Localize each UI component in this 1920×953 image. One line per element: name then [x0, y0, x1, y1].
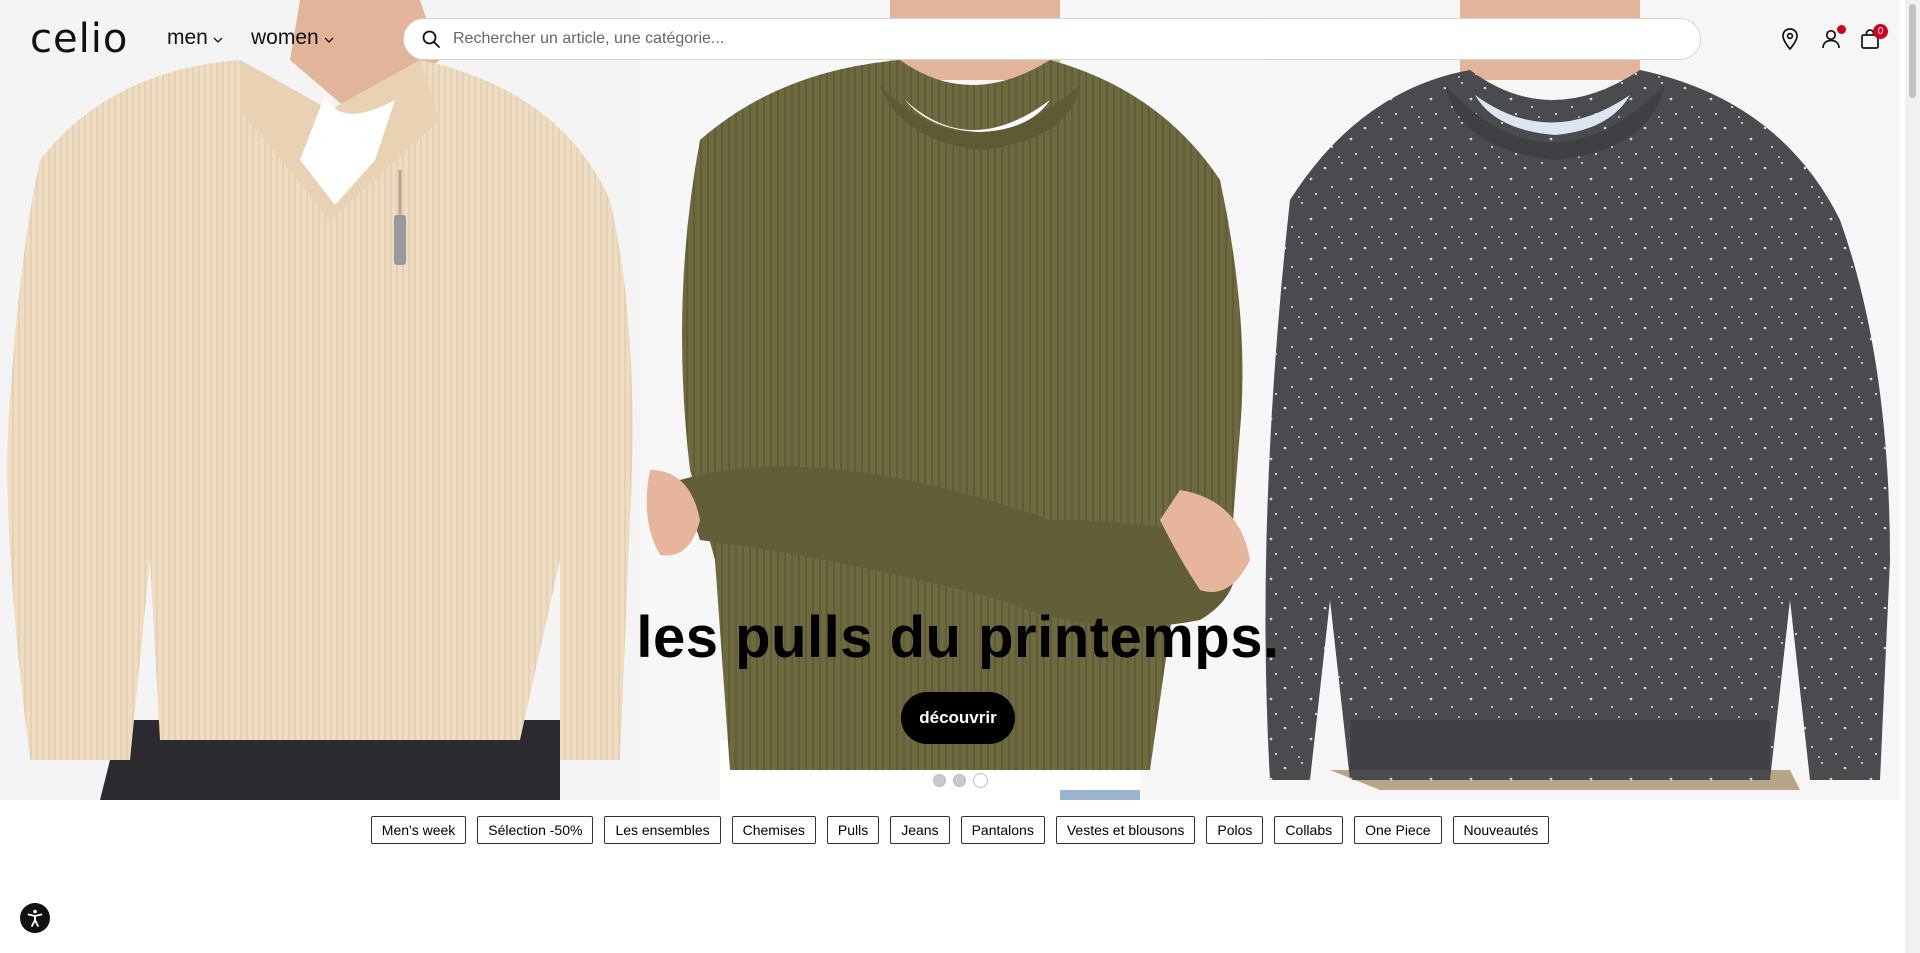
account-notification-dot	[1837, 25, 1846, 34]
brand-logo[interactable]: celio	[30, 14, 128, 64]
nav-men-label: men	[167, 26, 208, 49]
nav-women[interactable]: women	[251, 26, 335, 50]
category-chip[interactable]: Nouveautés	[1452, 816, 1550, 844]
category-chip[interactable]: Pantalons	[960, 816, 1045, 844]
olive-sweater-model	[646, 0, 1250, 800]
scrollbar-thumb[interactable]	[1909, 4, 1916, 98]
chevron-down-icon	[213, 37, 223, 43]
carousel-dots	[933, 773, 988, 788]
accessibility-icon	[27, 909, 43, 927]
carousel-dot-3-active[interactable]	[973, 773, 988, 788]
nav-men[interactable]: men	[167, 26, 224, 50]
hero-image	[0, 0, 1900, 800]
page-scrollbar[interactable]	[1905, 0, 1920, 953]
category-chip[interactable]: Les ensembles	[604, 816, 721, 844]
category-chip[interactable]: Jeans	[890, 816, 950, 844]
accessibility-button[interactable]	[20, 903, 50, 933]
chevron-down-icon	[324, 37, 334, 43]
category-chip[interactable]: Vestes et blousons	[1055, 816, 1196, 844]
nav-women-label: women	[251, 26, 319, 49]
hero-title: les pulls du printemps.	[636, 605, 1280, 670]
category-chip[interactable]: Collabs	[1274, 816, 1344, 844]
search-input[interactable]	[451, 29, 1700, 49]
hero-banner[interactable]: les pulls du printemps. découvrir	[0, 0, 1900, 800]
category-chip[interactable]: Men's week	[370, 816, 467, 844]
cart-count-badge: 0	[1873, 24, 1888, 39]
category-chip[interactable]: One Piece	[1354, 816, 1442, 844]
store-locator-icon[interactable]	[1778, 27, 1802, 51]
category-chip[interactable]: Polos	[1206, 816, 1264, 844]
category-chips: Men's week Sélection -50% Les ensembles …	[0, 816, 1920, 844]
carousel-dot-1[interactable]	[933, 774, 946, 787]
category-chip[interactable]: Sélection -50%	[477, 816, 594, 844]
category-chip[interactable]: Pulls	[826, 816, 880, 844]
category-chip[interactable]: Chemises	[731, 816, 816, 844]
carousel-dot-2[interactable]	[953, 774, 966, 787]
discover-button[interactable]: découvrir	[901, 692, 1015, 744]
search-bar[interactable]	[403, 18, 1701, 60]
search-icon	[422, 30, 440, 48]
